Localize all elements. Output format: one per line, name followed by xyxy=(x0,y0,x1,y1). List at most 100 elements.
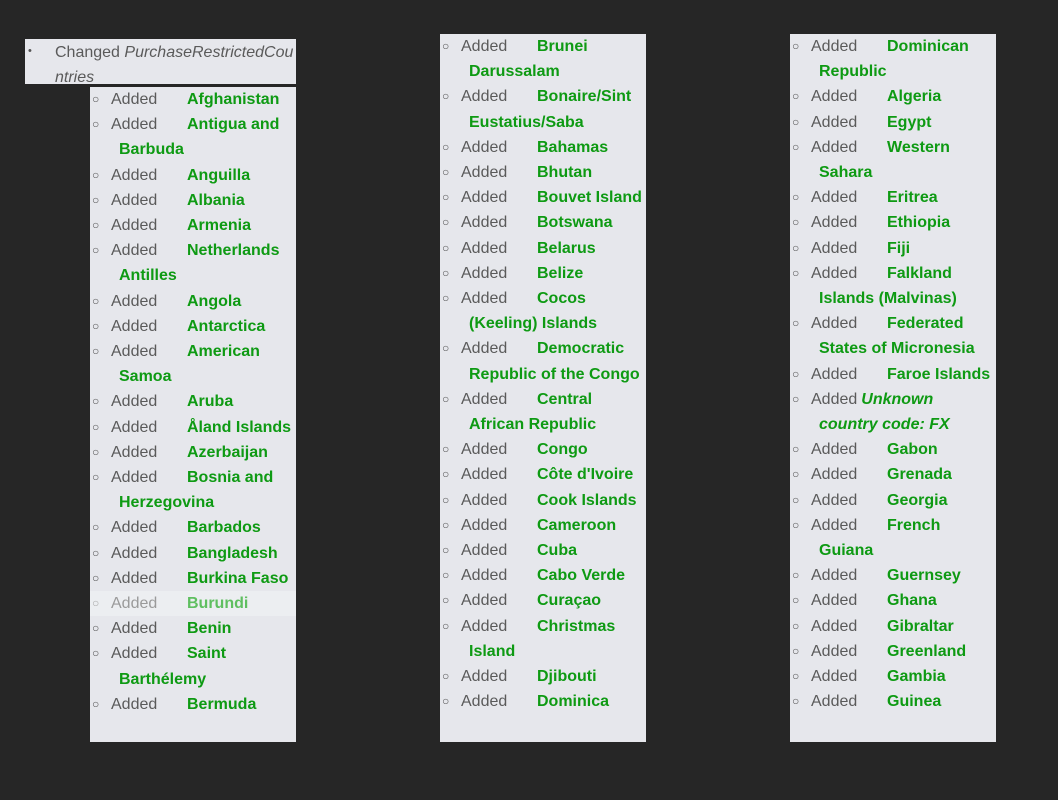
country-name: Benin xyxy=(187,620,232,638)
change-verb: Added xyxy=(461,164,508,182)
list-item: ○ Added Bahamas xyxy=(440,135,646,160)
list-item-text: Added Belize xyxy=(440,261,646,286)
list-item: ○ Added Dominican Republic xyxy=(790,34,996,84)
circle-bullet-icon: ○ xyxy=(442,517,450,532)
list-item: ○ Added American Samoa xyxy=(90,339,296,389)
list-item: ○ Added Afghanistan xyxy=(90,87,296,112)
list-item-text: Added Cook Islands xyxy=(440,488,646,513)
list-item-text: Added Central African Republic xyxy=(440,387,646,437)
country-name: Guernsey xyxy=(887,567,961,585)
change-verb: Added xyxy=(111,217,158,235)
list-item: ○ Added Bhutan xyxy=(440,160,646,185)
circle-bullet-icon: ○ xyxy=(92,570,100,585)
list-item: ○ Added Faroe Islands xyxy=(790,362,996,387)
circle-bullet-icon: ○ xyxy=(792,643,800,658)
country-name: Armenia xyxy=(187,217,252,235)
circle-bullet-icon: ○ xyxy=(92,444,100,459)
list-item: ○ Added Central African Republic xyxy=(440,387,646,437)
changed-field-header: • Changed PurchaseRestrictedCountries xyxy=(25,39,296,86)
list-item-text: Added Barbados xyxy=(90,515,296,540)
circle-bullet-icon: ○ xyxy=(92,419,100,434)
list-item-text: Added Cuba xyxy=(440,538,646,563)
change-verb: Added xyxy=(111,116,158,134)
list-item-text: Added Cabo Verde xyxy=(440,563,646,588)
list-item-text: Added Bouvet Island xyxy=(440,185,646,210)
list-item: ○ Added Bermuda xyxy=(90,692,296,717)
country-name: Gabon xyxy=(887,441,938,459)
country-name: Côte d'Ivoire xyxy=(537,466,634,484)
list-item: ○ Added Gibraltar xyxy=(790,614,996,639)
change-verb: Added xyxy=(111,292,158,310)
country-name: Afghanistan xyxy=(187,91,280,108)
list-item-text: Added Fiji xyxy=(790,236,996,261)
list-item-text: Added Georgia xyxy=(790,488,996,513)
country-name: Barbados xyxy=(187,519,261,537)
circle-bullet-icon: ○ xyxy=(792,190,800,205)
list-item-text: Added Burundi xyxy=(90,591,296,616)
change-verb: Added xyxy=(461,290,508,308)
list-item: ○ Added Cuba xyxy=(440,538,646,563)
list-item-text: Added Anguilla xyxy=(90,163,296,188)
list-item: ○ Added Antarctica xyxy=(90,314,296,339)
list-item: ○ Added Cocos (Keeling) Islands xyxy=(440,286,646,336)
list-item-text: Added Brunei Darussalam xyxy=(440,34,646,84)
country-name: Algeria xyxy=(887,88,942,106)
country-name: Georgia xyxy=(887,491,948,509)
country-name: Greenland xyxy=(887,642,967,660)
change-verb: Added xyxy=(461,542,508,560)
country-name: Aruba xyxy=(187,393,234,411)
list-item: ○ Added Côte d'Ivoire xyxy=(440,462,646,487)
country-name: Eritrea xyxy=(887,189,938,207)
list-item: ○ Added Cook Islands xyxy=(440,488,646,513)
list-item: ○ Added Djibouti xyxy=(440,664,646,689)
list-item: ○ Added Guernsey xyxy=(790,563,996,588)
change-verb: Added xyxy=(811,693,858,711)
change-verb: Added xyxy=(111,569,158,587)
list-item: ○ Added Azerbaijan xyxy=(90,440,296,465)
list-item-text: Added Bosnia and Herzegovina xyxy=(90,465,296,515)
circle-bullet-icon: ○ xyxy=(92,243,100,258)
country-name: Bermuda xyxy=(187,695,257,713)
change-verb: Added xyxy=(111,544,158,562)
list-item-text: Added Faroe Islands xyxy=(790,362,996,387)
list-item: ○ Added Egypt xyxy=(790,110,996,135)
country-name: Burkina Faso xyxy=(187,569,289,587)
country-name: Gambia xyxy=(887,668,946,686)
change-verb: Added xyxy=(461,567,508,585)
list-item-text: Added Belarus xyxy=(440,236,646,261)
circle-bullet-icon: ○ xyxy=(792,366,800,381)
change-verb: Added xyxy=(811,516,858,534)
change-verb: Added xyxy=(461,441,508,459)
change-verb: Added xyxy=(461,264,508,282)
circle-bullet-icon: ○ xyxy=(442,265,450,280)
list-item-text: Added Burkina Faso xyxy=(90,566,296,591)
list-item-text: Added Greenland xyxy=(790,639,996,664)
change-verb: Added xyxy=(461,340,508,358)
list-item-text: Added Antigua and Barbuda xyxy=(90,112,296,162)
list-item: ○ Added Guinea xyxy=(790,689,996,714)
change-verb: Added xyxy=(811,264,858,282)
list-item: ○ Added Congo xyxy=(440,437,646,462)
circle-bullet-icon: ○ xyxy=(92,318,100,333)
circle-bullet-icon: ○ xyxy=(792,265,800,280)
list-item-text: Added Côte d'Ivoire xyxy=(440,462,646,487)
list-item-text: Added Armenia xyxy=(90,213,296,238)
change-verb: Added xyxy=(111,595,158,613)
circle-bullet-icon: ○ xyxy=(92,394,100,409)
change-verb: Added xyxy=(811,668,858,686)
circle-bullet-icon: ○ xyxy=(92,520,100,535)
circle-bullet-icon: ○ xyxy=(442,89,450,104)
change-verb: Added xyxy=(461,668,508,686)
list-item: ○ Added Algeria xyxy=(790,84,996,109)
circle-bullet-icon: ○ xyxy=(92,470,100,485)
country-name: Bouvet Island xyxy=(537,189,642,207)
change-verb: Added xyxy=(811,189,858,207)
change-verb: Added xyxy=(811,88,858,106)
list-item: ○ Added Åland Islands xyxy=(90,415,296,440)
list-item: ○ Added Belarus xyxy=(440,236,646,261)
country-name: Guinea xyxy=(887,693,942,711)
country-name: Belize xyxy=(537,264,584,282)
circle-bullet-icon: ○ xyxy=(792,215,800,230)
change-verb: Added xyxy=(111,469,158,487)
country-name: Belarus xyxy=(537,239,596,257)
